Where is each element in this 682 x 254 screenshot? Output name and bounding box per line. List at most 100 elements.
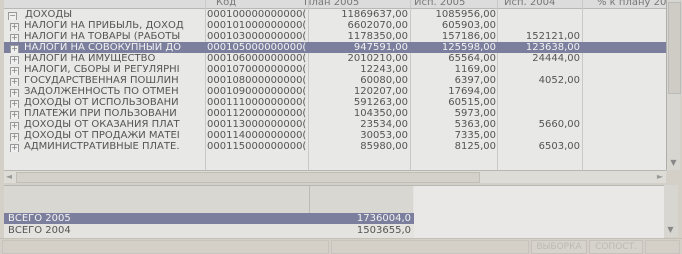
row-isp-2004 bbox=[499, 9, 580, 20]
column-header-plan-2005[interactable]: План 2005 bbox=[304, 0, 359, 8]
row-name-text: АДМИНИСТРАТИВНЫЕ ПЛАТЕ. bbox=[24, 141, 180, 152]
expand-icon[interactable]: + bbox=[10, 56, 19, 64]
summary-empty-area bbox=[414, 186, 664, 238]
expand-icon[interactable]: + bbox=[10, 144, 19, 152]
column-divider bbox=[309, 186, 310, 213]
row-isp-2004: 123638,00 bbox=[525, 42, 580, 53]
table-row[interactable]: + ЗАДОЛЖЕННОСТЬ ПО ОТМЕН 000109000000000( 1… bbox=[4, 86, 666, 97]
scrollbar-thumb[interactable] bbox=[668, 2, 681, 94]
row-name: + ДОХОДЫ ОТ ОКАЗАНИЯ ПЛАТ bbox=[8, 119, 206, 130]
status-pane bbox=[2, 240, 329, 254]
table-row[interactable]: + НАЛОГИ НА СОВОКУПНЫЙ ДО 000105000000000(… bbox=[4, 42, 666, 53]
table-row[interactable]: + НАЛОГИ НА ПРИБЫЛЬ, ДОХОД 000101000000000… bbox=[4, 20, 666, 31]
row-name: + НАЛОГИ НА СОВОКУПНЫЙ ДО bbox=[8, 42, 206, 53]
compare-button[interactable]: СОПОСТ. bbox=[589, 240, 643, 254]
collapse-icon[interactable]: − bbox=[8, 12, 17, 20]
summary-vertical-scrollbar[interactable]: ▼ bbox=[664, 185, 678, 237]
table-row[interactable]: + АДМИНИСТРАТИВНЫЕ ПЛАТЕ. 000115000000000(… bbox=[4, 141, 666, 152]
table-row[interactable]: + ДОХОДЫ ОТ ПРОДАЖИ МАТЕІ 000114000000000(… bbox=[4, 130, 666, 141]
row-isp-2004 bbox=[499, 86, 580, 97]
row-name: + НАЛОГИ НА ПРИБЫЛЬ, ДОХОД bbox=[8, 20, 206, 31]
scroll-right-icon[interactable]: ► bbox=[655, 171, 665, 183]
row-code: 000115000000000( bbox=[207, 141, 307, 152]
row-isp-2005: 125598,00 bbox=[441, 42, 496, 53]
row-plan-2005: 12243,00 bbox=[360, 64, 408, 75]
table-row[interactable]: + НАЛОГИ, СБОРЫ И РЕГУЛЯРНІ 00010700000000… bbox=[4, 64, 666, 75]
row-name: + ЗАДОЛЖЕННОСТЬ ПО ОТМЕН bbox=[8, 86, 206, 97]
row-isp-2004: 5660,00 bbox=[538, 119, 580, 130]
row-name-text: ГОСУДАРСТВЕННАЯ ПОШЛИН bbox=[24, 75, 179, 86]
summary-grid: ВСЕГО 2005 1736004,0 ВСЕГО 2004 1503655,… bbox=[4, 185, 664, 238]
expand-icon[interactable]: + bbox=[10, 111, 19, 119]
scrollbar-corner bbox=[666, 170, 680, 182]
row-code: 000109000000000( bbox=[207, 86, 307, 97]
row-code: 000108000000000( bbox=[207, 75, 307, 86]
row-isp-2005: 60515,00 bbox=[448, 97, 496, 108]
row-plan-2005: 1178350,00 bbox=[347, 31, 408, 42]
row-name: + ГОСУДАРСТВЕННАЯ ПОШЛИН bbox=[8, 75, 206, 86]
expand-icon[interactable]: + bbox=[10, 133, 19, 141]
column-header-code[interactable]: Код bbox=[216, 0, 236, 8]
row-isp-2005: 8125,00 bbox=[454, 141, 496, 152]
summary-row[interactable]: ВСЕГО 2004 1503655,0 bbox=[4, 225, 414, 236]
row-plan-2005: 591263,00 bbox=[353, 97, 408, 108]
row-plan-2005: 120207,00 bbox=[353, 86, 408, 97]
grid-vertical-scrollbar[interactable]: ▼ bbox=[666, 0, 681, 170]
row-name-text: НАЛОГИ, СБОРЫ И РЕГУЛЯРНІ bbox=[24, 64, 180, 75]
row-isp-2004 bbox=[499, 108, 580, 119]
table-row[interactable]: + ДОХОДЫ ОТ ИСПОЛЬЗОВАНИ 000111000000000( 5… bbox=[4, 97, 666, 108]
row-isp-2005: 1085956,00 bbox=[435, 9, 496, 20]
scrollbar-thumb[interactable] bbox=[16, 172, 480, 183]
table-row[interactable]: − ДОХОДЫ 000100000000000(11869637,00 108595… bbox=[4, 9, 666, 20]
column-header-isp-2005[interactable]: Исп. 2005 bbox=[414, 0, 465, 8]
row-name: − ДОХОДЫ bbox=[8, 9, 204, 20]
expand-icon[interactable]: + bbox=[10, 100, 19, 108]
scroll-left-icon[interactable]: ◄ bbox=[4, 171, 14, 183]
table-row[interactable]: + НАЛОГИ НА ТОВАРЫ (РАБОТЫ 000103000000000… bbox=[4, 31, 666, 42]
row-code: 000113000000000( bbox=[207, 119, 307, 130]
row-plan-2005: 23534,00 bbox=[360, 119, 408, 130]
row-name-text: ПЛАТЕЖИ ПРИ ПОЛЬЗОВАНИ bbox=[24, 108, 177, 119]
expand-icon[interactable]: + bbox=[10, 34, 19, 42]
row-name-text: ДОХОДЫ ОТ ПРОДАЖИ МАТЕІ bbox=[24, 130, 180, 141]
selection-button[interactable]: ВЫБОРКА bbox=[531, 240, 587, 254]
table-row[interactable]: + ПЛАТЕЖИ ПРИ ПОЛЬЗОВАНИ 000112000000000(1… bbox=[4, 108, 666, 119]
row-code: 000107000000000( bbox=[207, 64, 307, 75]
row-code: 000111000000000( bbox=[207, 97, 307, 108]
expand-icon[interactable]: + bbox=[10, 78, 19, 86]
row-plan-2005: 947591,00 bbox=[353, 42, 408, 53]
row-plan-2005: 30053,00 bbox=[360, 130, 408, 141]
row-code: 000100000000000( bbox=[207, 9, 307, 20]
row-isp-2005: 157186,00 bbox=[441, 31, 496, 42]
row-code: 000112000000000( bbox=[207, 108, 307, 119]
row-plan-2005: 6602070,00 bbox=[347, 20, 408, 31]
row-isp-2005: 65564,00 bbox=[448, 53, 496, 64]
expand-icon[interactable]: + bbox=[10, 89, 19, 97]
row-isp-2005: 5363,00 bbox=[454, 119, 496, 130]
expand-icon[interactable]: + bbox=[10, 67, 19, 75]
row-isp-2005: 5973,00 bbox=[454, 108, 496, 119]
column-header-percent-plan[interactable]: % к плану 20 bbox=[597, 0, 666, 8]
grid-horizontal-scrollbar[interactable]: ◄ ► bbox=[4, 170, 666, 183]
row-name-text: ДОХОДЫ bbox=[25, 9, 73, 20]
summary-value: 1503655,0 bbox=[356, 225, 411, 236]
row-plan-2005: 11869637,00 bbox=[341, 9, 408, 20]
row-isp-2005: 605903,00 bbox=[441, 20, 496, 31]
summary-row[interactable]: ВСЕГО 2005 1736004,0 bbox=[4, 213, 414, 224]
table-row[interactable]: + ГОСУДАРСТВЕННАЯ ПОШЛИН 000108000000000(6… bbox=[4, 75, 666, 86]
scroll-down-icon[interactable]: ▼ bbox=[666, 225, 675, 234]
expand-icon[interactable]: + bbox=[10, 45, 19, 53]
column-header-isp-2004[interactable]: Исп. 2004 bbox=[504, 0, 555, 8]
scroll-down-icon[interactable]: ▼ bbox=[669, 158, 678, 167]
row-isp-2005: 17694,00 bbox=[448, 86, 496, 97]
table-row[interactable]: + НАЛОГИ НА ИМУЩЕСТВО 000106000000000(2010… bbox=[4, 53, 666, 64]
row-isp-2004: 6503,00 bbox=[538, 141, 580, 152]
row-name-text: ДОХОДЫ ОТ ИСПОЛЬЗОВАНИ bbox=[24, 97, 179, 108]
row-name-text: НАЛОГИ НА ПРИБЫЛЬ, ДОХОД bbox=[24, 20, 184, 31]
row-name: + НАЛОГИ НА ИМУЩЕСТВО bbox=[8, 53, 206, 64]
row-plan-2005: 2010210,00 bbox=[347, 53, 408, 64]
expand-icon[interactable]: + bbox=[10, 122, 19, 130]
row-name-text: НАЛОГИ НА СОВОКУПНЫЙ ДО bbox=[24, 42, 182, 53]
table-row[interactable]: + ДОХОДЫ ОТ ОКАЗАНИЯ ПЛАТ 000113000000000(… bbox=[4, 119, 666, 130]
expand-icon[interactable]: + bbox=[10, 23, 19, 31]
